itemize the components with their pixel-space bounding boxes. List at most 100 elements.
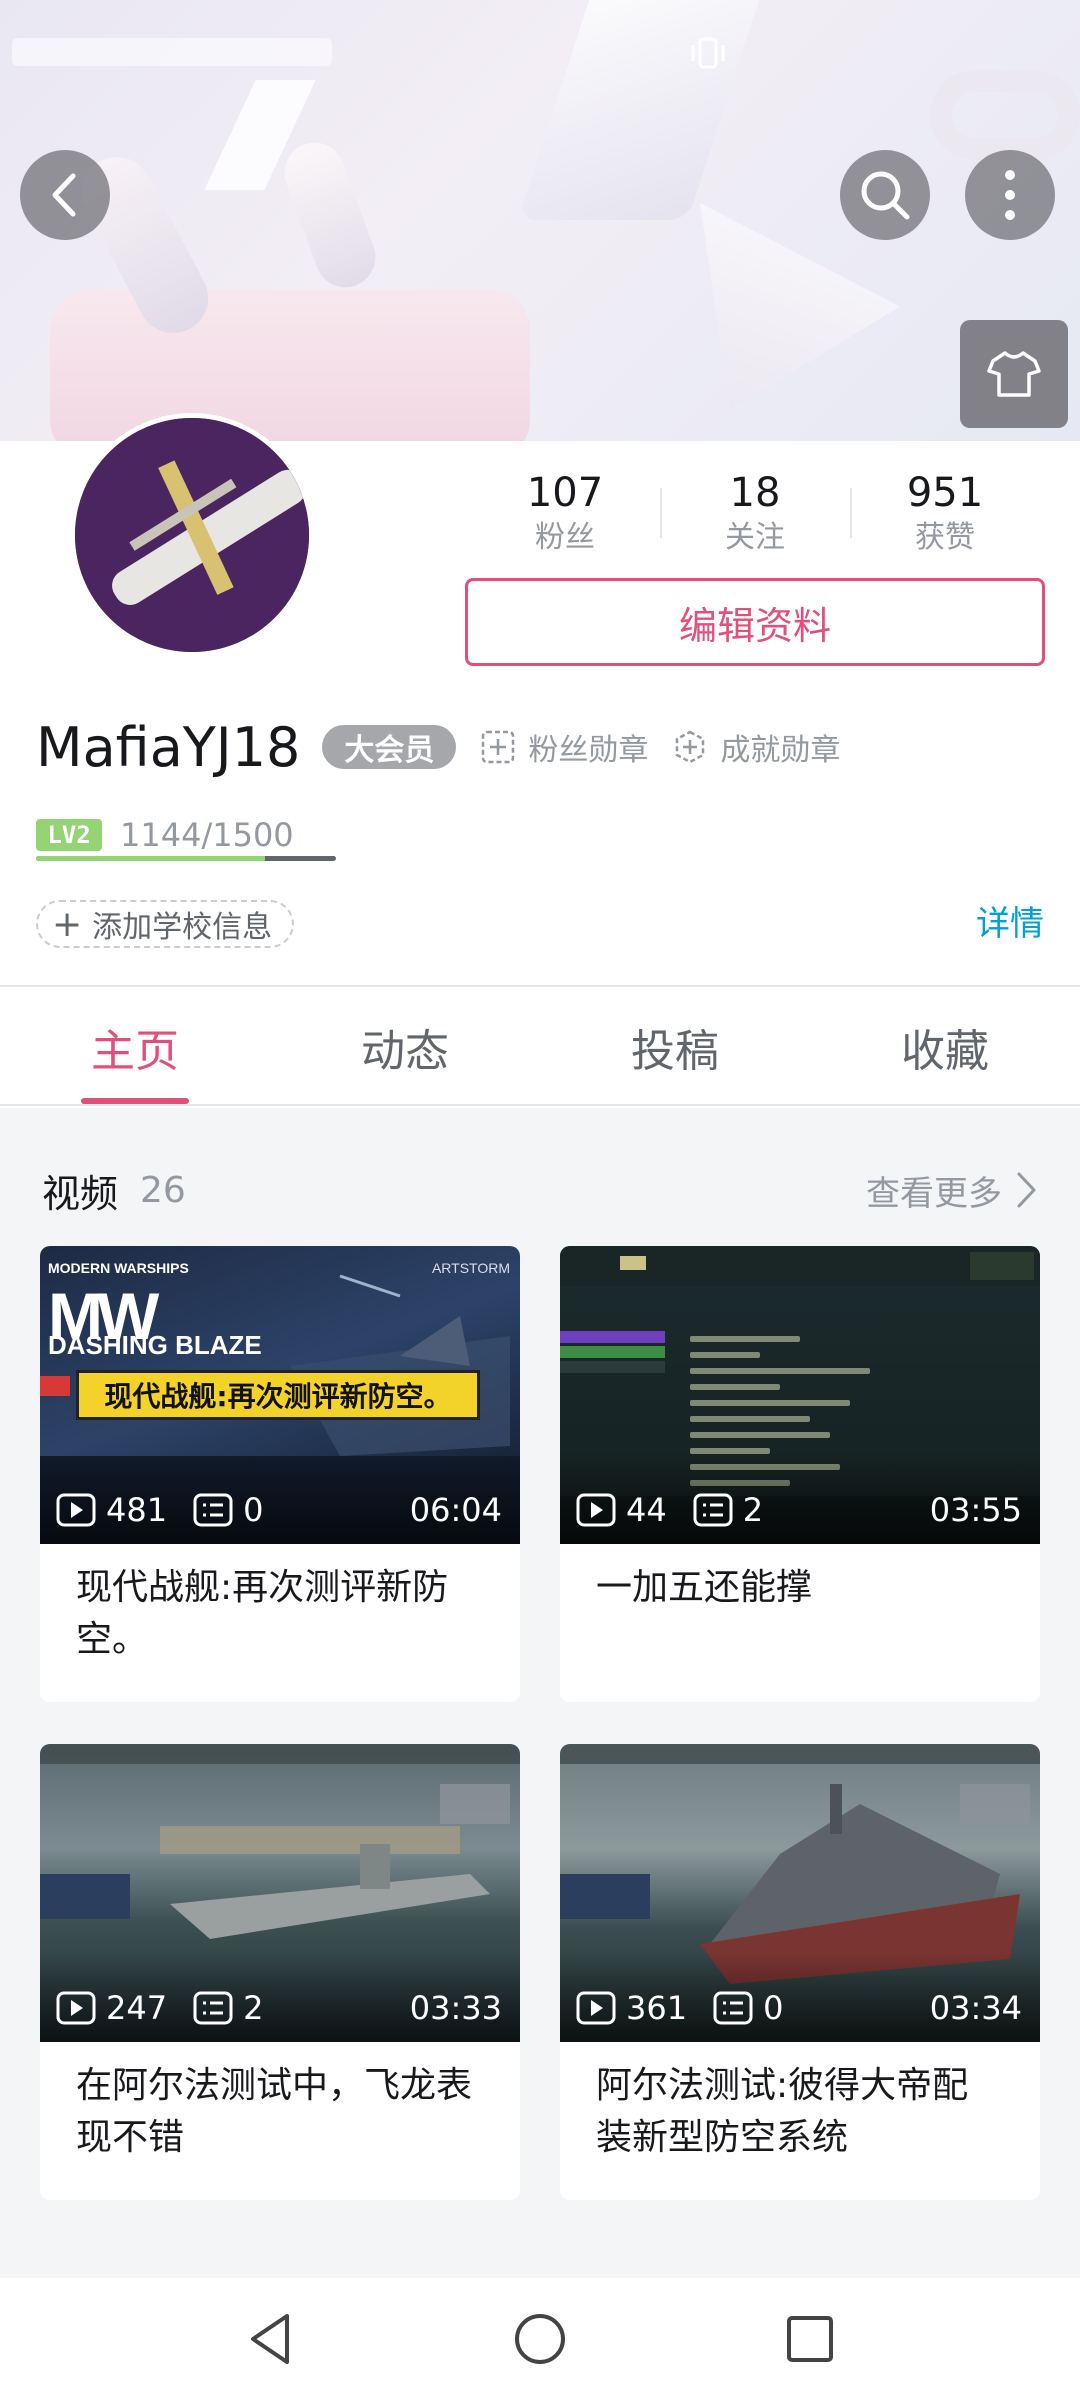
dress-up-button[interactable] xyxy=(960,320,1068,428)
nav-home-button[interactable] xyxy=(505,2304,575,2374)
nav-back-icon xyxy=(251,2314,289,2364)
see-more-label: 查看更多 xyxy=(866,1173,1002,1214)
see-more-link[interactable]: 查看更多 xyxy=(866,1166,1038,1215)
profile-stats: 107 粉丝 18 关注 951 获赞 xyxy=(470,468,1040,558)
comment-icon xyxy=(193,1493,233,1527)
tab-favorites[interactable]: 收藏 xyxy=(810,990,1080,1104)
play-icon xyxy=(56,1493,96,1527)
system-nav-bar xyxy=(0,2278,1080,2400)
vibrate-icon xyxy=(691,37,725,69)
level-row[interactable]: LV2 1144/1500 xyxy=(36,810,294,860)
back-button[interactable] xyxy=(20,150,110,240)
videos-section-title: 视频 xyxy=(42,1171,119,1216)
play-icon xyxy=(576,1493,616,1527)
video-title: 现代战舰:再次测评新防空。 xyxy=(76,1567,449,1660)
video-title: 阿尔法测试:彼得大帝配装新型防空系统 xyxy=(596,2065,969,2158)
play-count: 44 xyxy=(626,1491,667,1529)
achievement-medal-label: 成就勋章 xyxy=(720,733,841,768)
profile-detail-link[interactable]: 详情 xyxy=(976,900,1044,948)
achievement-medal-link[interactable]: 成就勋章 xyxy=(672,725,840,769)
video-meta: 361 0 03:34 xyxy=(576,1986,1022,2030)
stat-following-count: 18 xyxy=(729,470,781,516)
video-meta: 247 2 03:33 xyxy=(56,1986,502,2030)
stat-likes[interactable]: 951 获赞 xyxy=(850,468,1040,558)
add-school-button[interactable]: + 添加学校信息 xyxy=(36,900,295,948)
video-thumbnail: MODERN WARSHIPS MW DASHING BLAZE ARTSTOR… xyxy=(40,1246,520,1544)
avatar[interactable] xyxy=(70,413,314,657)
video-meta: 481 0 06:04 xyxy=(56,1488,502,1532)
exp-text: 1144/1500 xyxy=(120,816,294,854)
banner-decor-pill xyxy=(276,134,384,296)
video-duration: 06:04 xyxy=(409,1491,502,1529)
thumbnail-banner: 现代战舰:再次测评新防空。 xyxy=(76,1370,480,1420)
exp-progress-bar xyxy=(36,856,336,861)
tshirt-icon xyxy=(987,351,1041,397)
profile-banner xyxy=(0,0,1080,441)
stat-followers[interactable]: 107 粉丝 xyxy=(470,468,660,558)
name-row: MafiaYJ18 大会员 粉丝勋章 成就勋章 xyxy=(36,712,840,782)
play-count: 247 xyxy=(106,1989,168,2027)
nav-back-button[interactable] xyxy=(235,2304,305,2374)
stat-followers-label: 粉丝 xyxy=(535,520,595,555)
vip-badge[interactable]: 大会员 xyxy=(322,725,457,769)
video-meta: 44 2 03:55 xyxy=(576,1488,1022,1532)
thumbnail-subtitle: DASHING BLAZE xyxy=(48,1330,262,1360)
edit-profile-button[interactable]: 编辑资料 xyxy=(465,578,1045,666)
video-card[interactable]: 247 2 03:33 在阿尔法测试中，飞龙表现不错 xyxy=(40,1744,520,2200)
videos-section-header: 视频 26 查看更多 xyxy=(42,1160,1038,1220)
video-thumbnail: 361 0 03:34 xyxy=(560,1744,1040,2042)
medal-plus-icon xyxy=(676,730,705,764)
comment-count: 0 xyxy=(763,1989,784,2027)
level-badge: LV2 xyxy=(36,819,102,851)
video-duration: 03:55 xyxy=(929,1491,1022,1529)
comment-icon xyxy=(693,1493,733,1527)
video-card[interactable]: 361 0 03:34 阿尔法测试:彼得大帝配装新型防空系统 xyxy=(560,1744,1040,2200)
comment-icon xyxy=(193,1991,233,2025)
nav-home-icon xyxy=(515,2314,565,2364)
video-card[interactable]: MODERN WARSHIPS MW DASHING BLAZE ARTSTOR… xyxy=(40,1246,520,1702)
thumbnail-partner: ARTSTORM xyxy=(431,1260,510,1276)
video-title: 在阿尔法测试中，飞龙表现不错 xyxy=(76,2065,473,2158)
tab-home[interactable]: 主页 xyxy=(0,990,270,1104)
exp-progress-fill xyxy=(36,856,265,861)
comment-icon xyxy=(713,1991,753,2025)
videos-count: 26 xyxy=(140,1169,186,1211)
stat-followers-count: 107 xyxy=(526,470,604,516)
video-duration: 03:33 xyxy=(409,1989,502,2027)
tab-dynamics[interactable]: 动态 xyxy=(270,990,540,1104)
status-bar xyxy=(0,30,1080,80)
search-icon xyxy=(861,171,910,220)
fan-medal-link[interactable]: 粉丝勋章 xyxy=(480,725,648,769)
video-title: 一加五还能撑 xyxy=(596,1567,813,1608)
plus-icon: + xyxy=(52,903,83,945)
comment-count: 0 xyxy=(243,1491,264,1529)
avatar-image xyxy=(75,418,309,652)
video-thumbnail: 247 2 03:33 xyxy=(40,1744,520,2042)
nav-recents-button[interactable] xyxy=(775,2304,845,2374)
add-school-label: 添加学校信息 xyxy=(92,910,273,945)
nav-recents-icon xyxy=(787,2316,833,2362)
tab-submissions[interactable]: 投稿 xyxy=(540,990,810,1104)
stat-following-label: 关注 xyxy=(725,520,785,555)
video-duration: 03:34 xyxy=(929,1989,1022,2027)
comment-count: 2 xyxy=(742,1491,764,1529)
play-icon xyxy=(56,1991,96,2025)
play-icon xyxy=(576,1991,616,2025)
play-count: 481 xyxy=(106,1491,168,1529)
stat-likes-label: 获赞 xyxy=(915,520,975,555)
search-button[interactable] xyxy=(840,150,930,240)
banner-decor-ring xyxy=(930,70,1080,160)
more-vertical-icon xyxy=(1005,170,1015,220)
stat-likes-count: 951 xyxy=(906,470,984,516)
stat-following[interactable]: 18 关注 xyxy=(660,468,850,558)
more-options-button[interactable] xyxy=(965,150,1055,240)
video-thumbnail: 44 2 03:55 xyxy=(560,1246,1040,1544)
medal-plus-icon xyxy=(482,730,515,764)
banner-decor-base xyxy=(50,290,530,441)
status-bar-info xyxy=(12,38,332,66)
video-card[interactable]: 44 2 03:55 一加五还能撑 xyxy=(560,1246,1040,1702)
divider xyxy=(0,985,1080,987)
thumbnail-update-tag xyxy=(40,1376,70,1396)
fan-medal-label: 粉丝勋章 xyxy=(528,733,649,768)
back-arrow-icon xyxy=(52,173,76,217)
